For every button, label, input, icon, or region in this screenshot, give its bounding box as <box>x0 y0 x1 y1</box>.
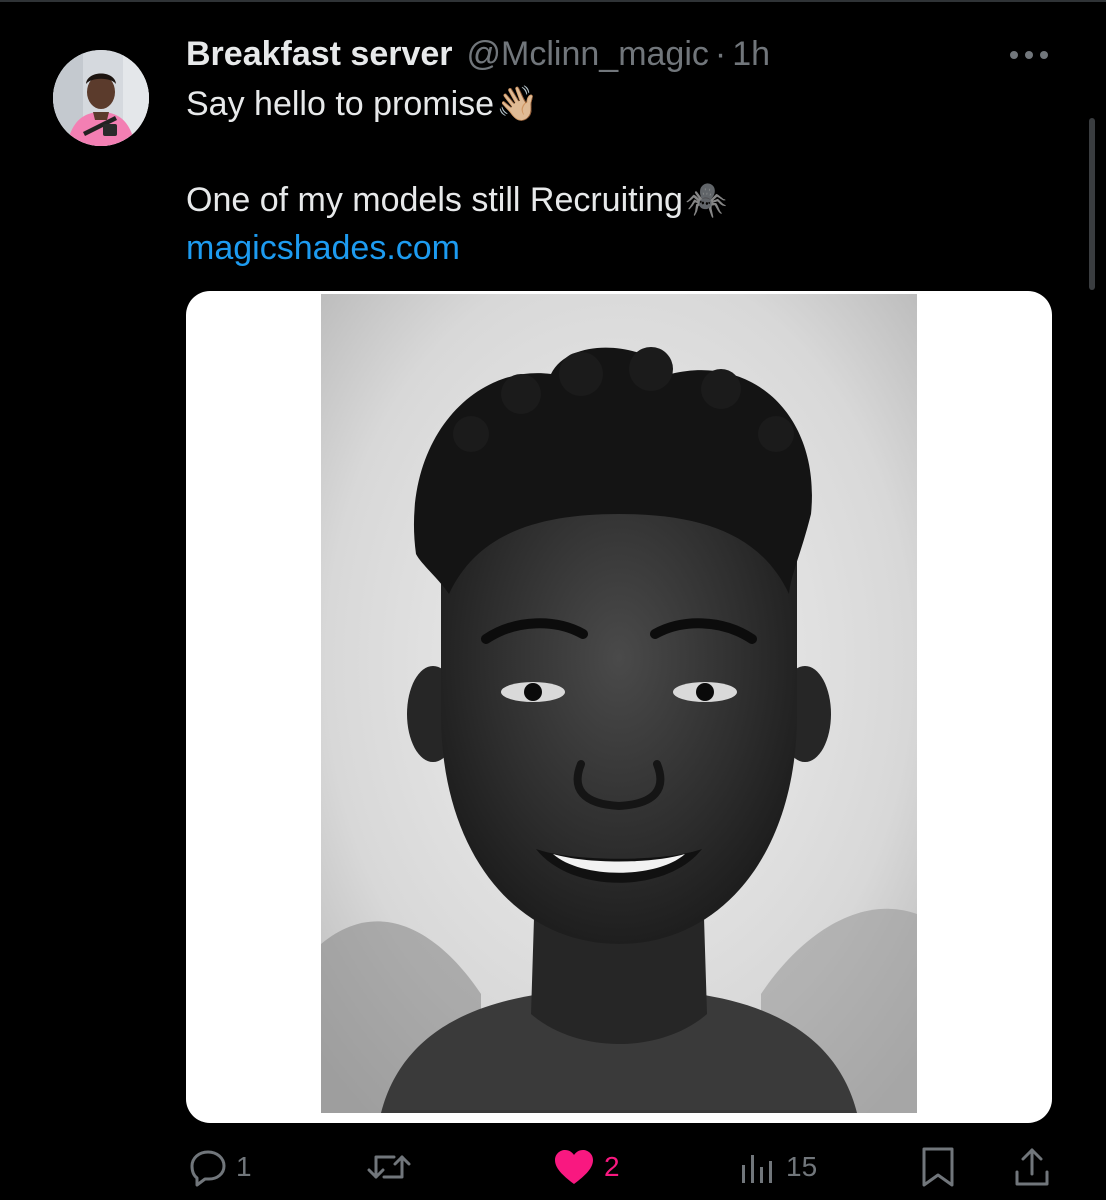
reply-count: 1 <box>236 1151 252 1182</box>
scrollbar[interactable] <box>1089 118 1095 290</box>
share-button[interactable] <box>1012 1142 1052 1192</box>
tweet-text-line-2: One of my models still Recruiting 🕷️ <box>186 178 727 222</box>
repost-icon <box>367 1155 411 1179</box>
tweet-media[interactable] <box>186 291 1052 1123</box>
avatar[interactable] <box>53 50 149 146</box>
tweet-link[interactable]: magicshades.com <box>186 226 460 270</box>
like-button[interactable]: 2 <box>552 1142 620 1192</box>
tweet-text-line-1: Say hello to promise 👋🏼 <box>186 82 538 126</box>
top-divider <box>0 0 1106 2</box>
user-handle[interactable]: @Mclinn_magic <box>467 35 709 74</box>
view-count: 15 <box>786 1151 818 1182</box>
heart-filled-icon <box>555 1150 593 1184</box>
bookmark-button[interactable] <box>918 1142 958 1192</box>
separator-dot: · <box>714 34 727 73</box>
timestamp[interactable]: 1h <box>732 35 770 74</box>
tweet-text: Say hello to promise <box>186 84 495 123</box>
bookmark-icon <box>922 1147 954 1187</box>
tweet-text: One of my models still Recruiting <box>186 180 683 219</box>
tweet-header: Breakfast server @Mclinn_magic · 1h <box>186 34 770 74</box>
spider-emoji: 🕷️ <box>684 181 728 219</box>
more-horizontal-icon <box>1010 51 1048 59</box>
waving-hand-emoji: 👋🏼 <box>496 85 539 123</box>
portrait-photo <box>321 294 917 1113</box>
like-count: 2 <box>604 1151 620 1182</box>
more-options-button[interactable] <box>1004 40 1054 70</box>
views-button[interactable]: 15 <box>738 1142 817 1192</box>
reply-button[interactable]: 1 <box>188 1142 252 1192</box>
display-name[interactable]: Breakfast server <box>186 35 453 74</box>
views-chart-icon <box>742 1155 772 1183</box>
repost-button[interactable] <box>366 1142 420 1192</box>
reply-icon <box>190 1150 226 1187</box>
share-icon <box>1015 1148 1049 1186</box>
